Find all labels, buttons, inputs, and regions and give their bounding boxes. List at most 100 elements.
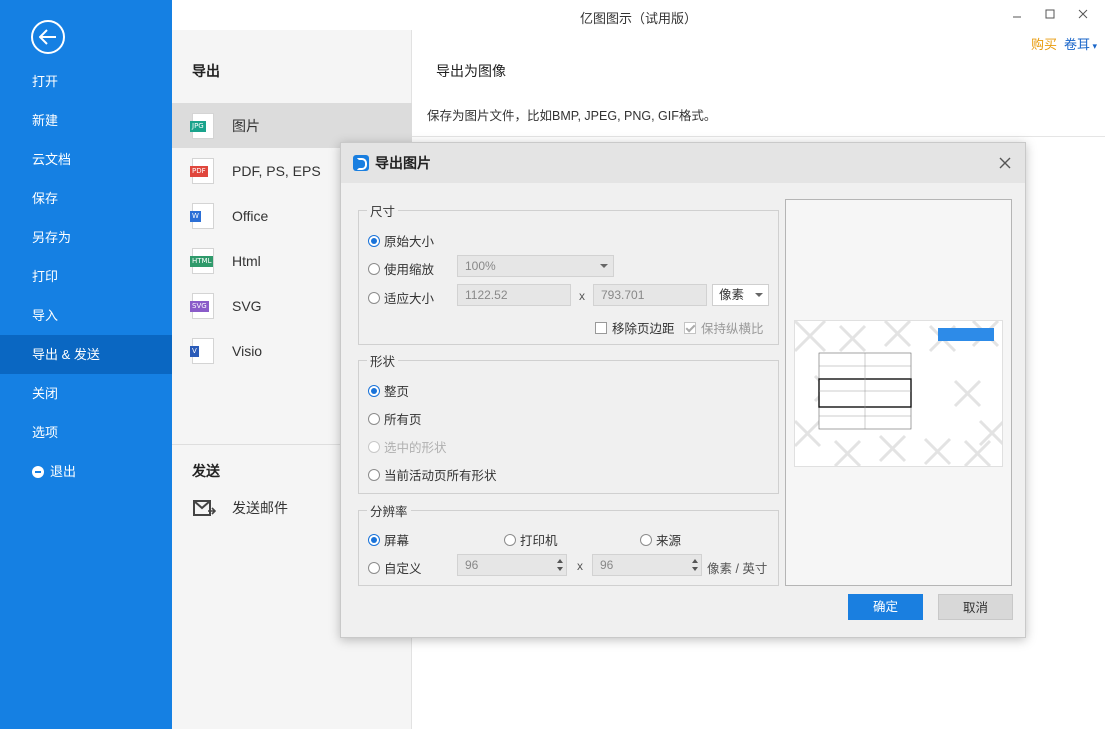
radio-label: 选中的形状 [384, 441, 447, 455]
chevron-down-icon [600, 264, 608, 268]
spin-down-icon [692, 567, 698, 571]
minimize-icon [1013, 16, 1021, 18]
spin-up-icon [557, 559, 563, 563]
ok-button[interactable]: 确定 [848, 594, 923, 620]
sidebar-item-close[interactable]: 关闭 [0, 374, 172, 413]
shape-whole-page-radio[interactable]: 整页 [368, 381, 409, 400]
dpi-x-stepper[interactable]: 96 [457, 554, 567, 576]
dialog-close-button[interactable] [999, 153, 1011, 173]
backstage-sidebar: 打开 新建 云文档 保存 另存为 打印 导入 导出 & 发送 关闭 选项 退出 [0, 0, 172, 729]
scale-value: 100% [465, 259, 496, 273]
shape-legend: 形状 [370, 355, 396, 369]
close-icon [999, 157, 1011, 169]
format-label: 图片 [232, 117, 260, 134]
arrow-left-icon [39, 29, 56, 45]
close-window-button[interactable] [1073, 4, 1093, 24]
radio-dot [368, 412, 380, 425]
user-name: 卷耳 [1063, 37, 1090, 52]
sidebar-item-open[interactable]: 打开 [0, 62, 172, 101]
radio-label: 当前活动页所有形状 [384, 469, 497, 483]
format-badge: SVG [190, 300, 209, 312]
dialog-header: 导出图片 [341, 143, 1025, 183]
shape-current-page-radio[interactable]: 当前活动页所有形状 [368, 465, 497, 484]
radio-label: 原始大小 [384, 235, 435, 249]
resolution-screen-radio[interactable]: 屏幕 [368, 530, 409, 549]
dpi-x-value: 96 [465, 558, 479, 572]
preview-image [794, 320, 1003, 467]
radio-dot [368, 384, 380, 397]
html-file-icon: HTML [190, 247, 214, 274]
checkbox-box [595, 321, 607, 334]
sidebar-item-label: 导出 & 发送 [32, 347, 100, 362]
format-badge: JPG [190, 120, 206, 132]
shape-selected-radio[interactable]: 选中的形状 [368, 437, 447, 456]
scale-select[interactable]: 100% [457, 255, 614, 277]
radio-label: 来源 [656, 534, 682, 548]
sidebar-item-label: 打开 [32, 74, 59, 89]
send-email-label: 发送邮件 [232, 500, 288, 516]
sidebar-item-print[interactable]: 打印 [0, 257, 172, 296]
radio-label: 屏幕 [384, 534, 410, 548]
size-scale-radio[interactable]: 使用缩放 [368, 259, 434, 278]
diagram-thumbnail [795, 321, 1002, 466]
resolution-printer-radio[interactable]: 打印机 [504, 530, 558, 549]
sidebar-menu: 打开 新建 云文档 保存 另存为 打印 导入 导出 & 发送 关闭 选项 退出 [0, 62, 172, 491]
word-file-icon: W [190, 202, 214, 229]
format-badge: V [190, 345, 199, 357]
radio-dot [504, 533, 516, 546]
radio-label: 整页 [384, 385, 410, 399]
unit-value: 像素 [719, 288, 745, 302]
back-button[interactable] [31, 20, 65, 54]
remove-margin-checkbox[interactable]: 移除页边距 [595, 318, 675, 337]
cancel-button[interactable]: 取消 [938, 594, 1013, 620]
radio-label: 打印机 [520, 534, 558, 548]
sidebar-item-label: 关闭 [32, 386, 59, 401]
sidebar-item-label: 云文档 [32, 152, 72, 167]
radio-label: 使用缩放 [384, 263, 435, 277]
checkbox-label: 移除页边距 [612, 322, 675, 336]
sidebar-item-label: 保存 [32, 191, 59, 206]
user-menu[interactable]: 卷耳 ▾ [1064, 34, 1097, 53]
sidebar-item-cloud[interactable]: 云文档 [0, 140, 172, 179]
send-email-item[interactable]: 发送邮件 [192, 498, 288, 518]
shape-all-pages-radio[interactable]: 所有页 [368, 409, 422, 428]
visio-file-icon: V [190, 337, 214, 364]
size-original-radio[interactable]: 原始大小 [368, 231, 434, 250]
sidebar-item-new[interactable]: 新建 [0, 101, 172, 140]
buy-link[interactable]: 购买 [1031, 34, 1057, 53]
format-label: Visio [232, 342, 263, 359]
sidebar-item-label: 打印 [32, 269, 59, 284]
resolution-legend: 分辨率 [370, 505, 408, 519]
minimize-button[interactable] [1007, 4, 1027, 24]
keep-ratio-checkbox[interactable]: 保持纵横比 [684, 318, 764, 337]
sidebar-item-export-send[interactable]: 导出 & 发送 [0, 335, 172, 374]
sidebar-item-label: 新建 [32, 113, 59, 128]
checkbox-label: 保持纵横比 [701, 322, 764, 336]
export-image-dialog: 导出图片 尺寸 原始大小 使用缩放 100% 适应大小 1122.52 x 79… [340, 142, 1026, 638]
height-input[interactable]: 793.701 [593, 284, 707, 306]
radio-label: 所有页 [384, 413, 422, 427]
sidebar-item-options[interactable]: 选项 [0, 413, 172, 452]
title-bar: 亿图图示（试用版） [172, 0, 1105, 30]
radio-dot [368, 291, 380, 304]
format-badge: HTML [190, 255, 214, 267]
sidebar-item-import[interactable]: 导入 [0, 296, 172, 335]
chevron-down-icon: ▾ [1089, 41, 1097, 51]
send-heading: 发送 [192, 463, 220, 479]
sidebar-item-save[interactable]: 保存 [0, 179, 172, 218]
sidebar-item-save-as[interactable]: 另存为 [0, 218, 172, 257]
app-logo-icon [353, 155, 369, 171]
resolution-source-radio[interactable]: 来源 [640, 530, 681, 549]
radio-dot [640, 533, 652, 546]
unit-select[interactable]: 像素 [712, 284, 769, 306]
radio-dot [368, 561, 380, 574]
dpi-y-value: 96 [600, 558, 614, 572]
sidebar-item-exit[interactable]: 退出 [0, 452, 172, 491]
preview-pane [785, 199, 1012, 586]
dpi-y-stepper[interactable]: 96 [592, 554, 702, 576]
width-input[interactable]: 1122.52 [457, 284, 571, 306]
resolution-custom-radio[interactable]: 自定义 [368, 558, 422, 577]
maximize-button[interactable] [1040, 4, 1060, 24]
size-fit-radio[interactable]: 适应大小 [368, 288, 434, 307]
format-badge: W [190, 210, 201, 222]
